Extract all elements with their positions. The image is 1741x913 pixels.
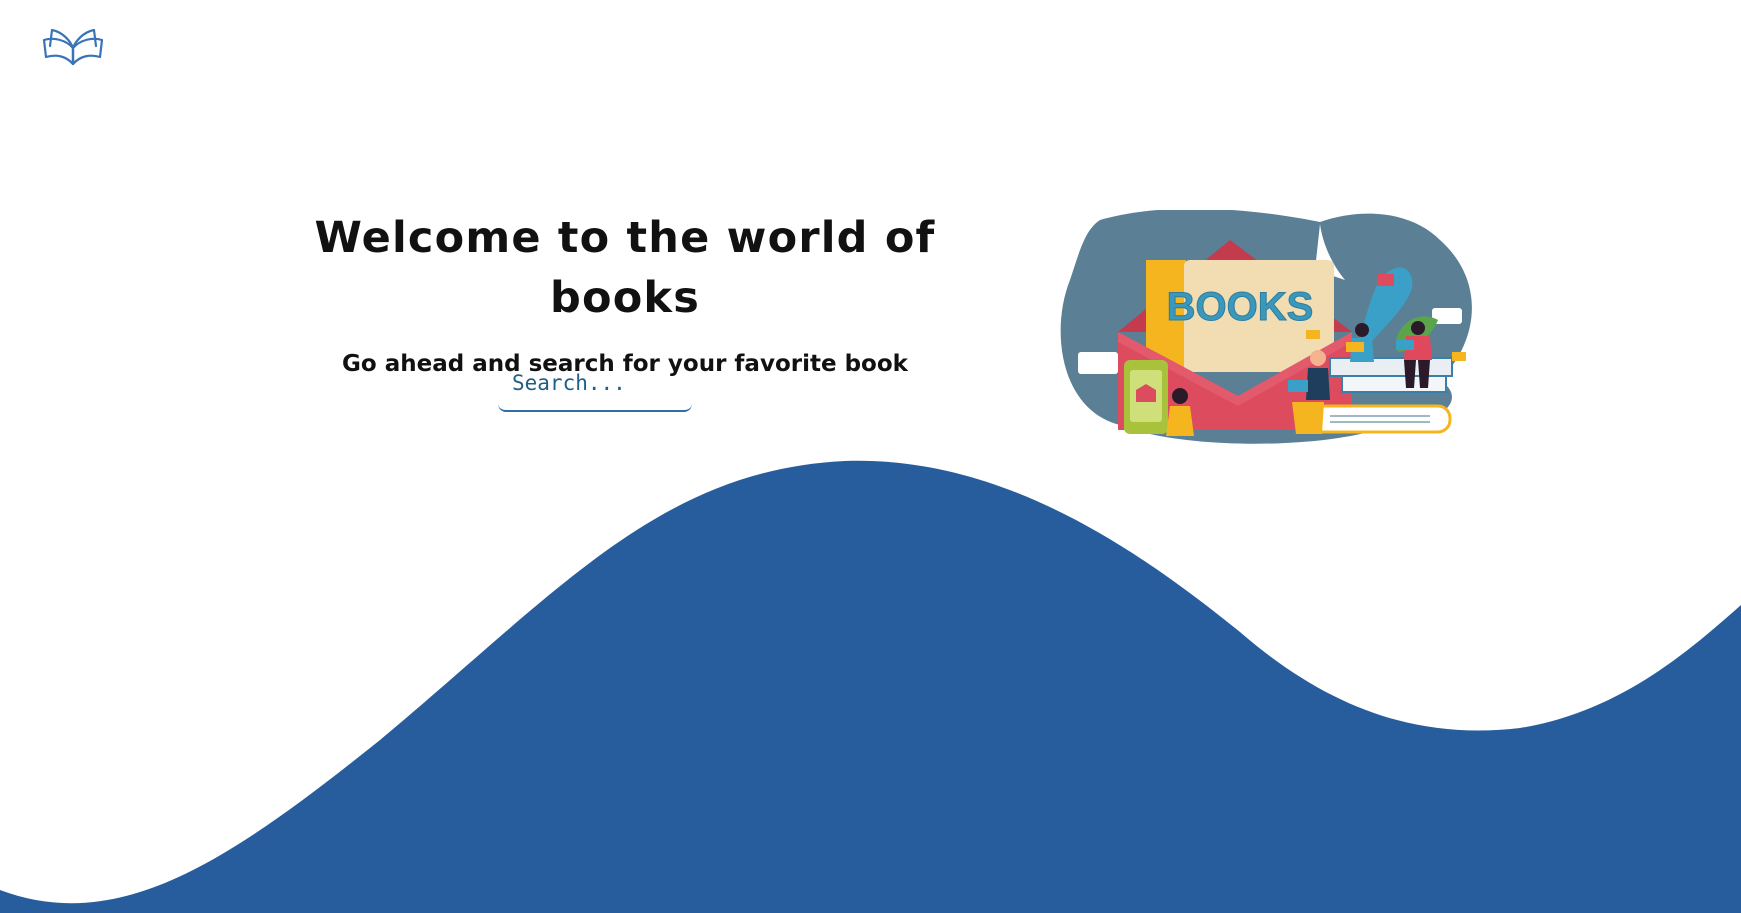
page-title: Welcome to the world of books [314, 213, 936, 323]
search-box [498, 358, 692, 412]
chat-bubble-left [1078, 352, 1118, 374]
person-right-laptop [1396, 340, 1414, 350]
person-reader-body [1166, 406, 1194, 436]
person-right-legs [1418, 360, 1430, 388]
laptop [1288, 380, 1308, 392]
person-right-head [1411, 321, 1425, 335]
wave-shape [0, 460, 1741, 913]
book-stack-mid [1341, 375, 1447, 393]
person-reader-head [1172, 388, 1188, 404]
search-input[interactable] [498, 358, 692, 412]
feather-tag [1378, 274, 1394, 286]
person-laptop-legs [1292, 402, 1324, 434]
person-laptop-body [1306, 368, 1330, 400]
mini-envelope [1306, 330, 1320, 339]
hero-section: Welcome to the world of books Go ahead a… [240, 208, 1010, 380]
person-left-head [1355, 323, 1369, 337]
open-book-icon [42, 28, 104, 66]
person-right-legs [1404, 360, 1416, 388]
book-stack-bottom [1308, 404, 1452, 434]
books-illustration: BOOKS [1060, 210, 1472, 444]
books-sign-text: BOOKS [1167, 285, 1314, 329]
landing-page: Welcome to the world of books Go ahead a… [0, 0, 1741, 913]
logo-link[interactable] [42, 26, 104, 68]
mini-envelope [1452, 352, 1466, 361]
book-stack-top [1329, 357, 1453, 377]
person-left-laptop [1346, 342, 1364, 352]
person-laptop-head [1310, 350, 1326, 366]
